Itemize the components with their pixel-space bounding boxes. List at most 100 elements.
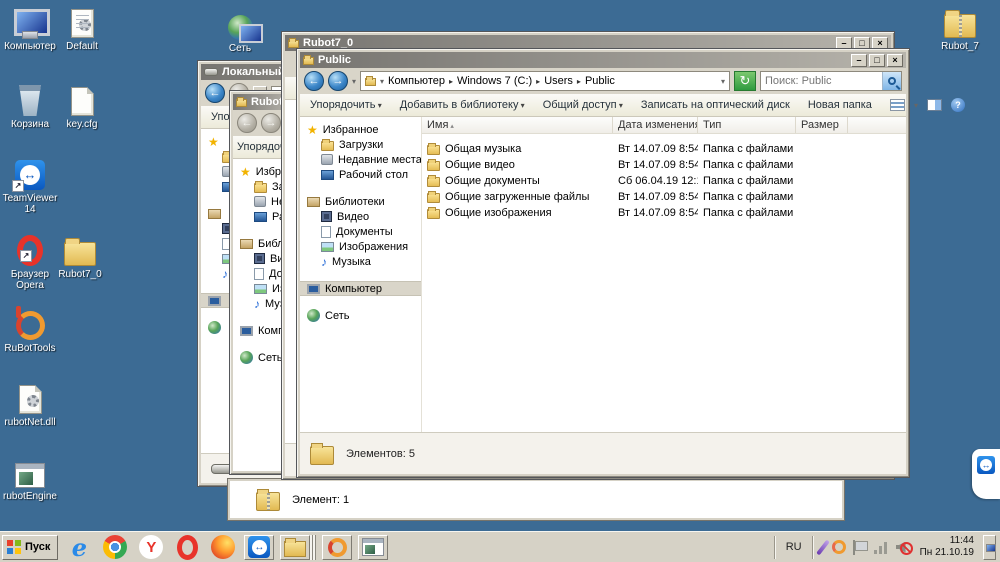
preview-pane-icon[interactable] (927, 99, 942, 111)
breadcrumb-item-users[interactable]: Users (544, 75, 573, 87)
clock[interactable]: 11:44 Пн 21.10.19 (920, 535, 976, 559)
sidebar-label: Изображения (339, 241, 408, 253)
desktop-icon-label: TeamViewer 14 (0, 193, 62, 215)
sidebar-item-pictures[interactable]: Изображения (300, 239, 421, 254)
desktop-icon-label: rubotEngine (3, 491, 57, 502)
desktop-icon-rubottools[interactable]: RuBotTools (0, 308, 62, 354)
back-button[interactable] (237, 113, 257, 133)
rubot-tray-icon[interactable] (832, 540, 846, 554)
desktop-icon-network[interactable]: Сеть (208, 8, 272, 54)
address-dropdown-icon[interactable] (721, 75, 725, 87)
teamviewer-icon (977, 456, 995, 474)
teamviewer-icon (248, 536, 270, 558)
desktop-icon-default[interactable]: Default (50, 6, 114, 52)
sidebar-item-recent[interactable]: Недавние места (300, 152, 421, 167)
file-icon (71, 87, 94, 116)
quicklaunch-opera[interactable] (172, 534, 202, 561)
back-button[interactable] (304, 71, 324, 91)
sidebar-item-music[interactable]: Музыка (300, 254, 421, 269)
search-button[interactable] (882, 72, 901, 90)
file-row[interactable]: Общие изображения Вт 14.07.09 8:54 Папка… (422, 205, 906, 221)
column-header-size[interactable]: Размер (796, 117, 848, 133)
tray-divider (812, 536, 814, 559)
column-header-date[interactable]: Дата изменения (613, 117, 698, 133)
column-header-type[interactable]: Тип (698, 117, 796, 133)
file-row[interactable]: Общие загруженные файлы Вт 14.07.09 8:54… (422, 189, 906, 205)
start-label: Пуск (25, 541, 50, 553)
libraries-icon (307, 197, 320, 207)
sidebar-item-libraries[interactable]: Библиотеки (300, 194, 421, 209)
sidebar-item-favorites[interactable]: Избранное (300, 122, 421, 137)
task-button-teamviewer[interactable] (244, 535, 274, 560)
status-bar: Элементов: 5 (300, 432, 906, 474)
sidebar-item-documents[interactable]: Документы (300, 224, 421, 239)
share-button[interactable]: Общий доступ (543, 99, 623, 111)
help-icon[interactable] (951, 98, 965, 112)
video-icon (321, 211, 332, 222)
new-folder-button[interactable]: Новая папка (808, 99, 872, 111)
window-title-bar[interactable]: Public (300, 52, 906, 68)
task-button-rubot[interactable] (322, 535, 352, 560)
tray-date: Пн 21.10.19 (920, 547, 974, 559)
network-signal-icon[interactable] (874, 541, 889, 554)
organize-button[interactable]: Упорядочить (310, 99, 382, 111)
status-text: Элемент: 1 (292, 494, 349, 506)
refresh-button[interactable] (734, 71, 756, 91)
breadcrumb-item-public[interactable]: Public (585, 75, 615, 87)
volume-muted-icon[interactable] (896, 540, 913, 555)
network-icon (307, 309, 320, 322)
music-icon (254, 297, 260, 311)
chevron-down-icon[interactable] (380, 75, 384, 87)
view-dropdown-icon[interactable] (914, 99, 918, 111)
change-view-icon[interactable] (890, 99, 905, 111)
search-input[interactable] (761, 75, 882, 87)
pen-tool-icon[interactable] (816, 539, 830, 555)
task-button-rubotengine[interactable] (358, 535, 388, 560)
maximize-button[interactable] (869, 54, 885, 67)
file-row[interactable]: Общие документы Сб 06.04.19 12:11 Папка … (422, 173, 906, 189)
desktop-icon-rubotengine[interactable]: rubotEngine (0, 456, 62, 502)
status-text: Элементов: 5 (346, 448, 415, 460)
desktop-icon-rubot7-zip[interactable]: Rubot_7 (928, 6, 992, 52)
breadcrumb-item-drive[interactable]: Windows 7 (C:) (457, 75, 532, 87)
quicklaunch-internet-explorer[interactable] (64, 534, 94, 561)
desktop-icon-keycfg[interactable]: key.cfg (50, 84, 114, 130)
chrome-icon (103, 535, 127, 559)
action-center-icon[interactable] (853, 540, 867, 555)
minimize-button[interactable] (851, 54, 867, 67)
burn-button[interactable]: Записать на оптический диск (641, 99, 790, 111)
desktop-icon-teamviewer[interactable]: TeamViewer 14 (0, 158, 62, 215)
breadcrumb-item-computer[interactable]: Компьютер (388, 75, 445, 87)
sidebar-item-downloads[interactable]: Загрузки (300, 137, 421, 152)
desktop-icon-rubotnet[interactable]: rubotNet.dll (0, 382, 62, 428)
libraries-icon (240, 239, 253, 249)
column-header-name[interactable]: Имя (422, 117, 613, 133)
task-button-explorer-group[interactable] (280, 535, 310, 560)
history-dropdown-icon[interactable] (352, 75, 356, 87)
forward-button[interactable] (261, 113, 281, 133)
document-icon (321, 226, 331, 238)
show-desktop-button[interactable] (983, 535, 996, 560)
teamviewer-edge-panel[interactable] (972, 449, 1000, 499)
close-button[interactable] (887, 54, 903, 67)
start-button[interactable]: Пуск (2, 535, 58, 560)
file-row[interactable]: Общие видео Вт 14.07.09 8:54 Папка с фай… (422, 157, 906, 173)
sidebar-item-computer[interactable]: Компьютер (300, 281, 421, 296)
breadcrumb[interactable]: Компьютер Windows 7 (C:) Users Public (360, 71, 730, 91)
system-tray: RU 11:44 Пн 21.10.19 (774, 535, 998, 560)
forward-button[interactable] (328, 71, 348, 91)
quicklaunch-yandex[interactable] (136, 534, 166, 561)
desktop-icon-rubot7-folder[interactable]: Rubot7_0 (48, 234, 112, 280)
language-indicator[interactable]: RU (783, 541, 805, 553)
sidebar-label: Музыка (332, 256, 371, 268)
sidebar-item-video[interactable]: Видео (300, 209, 421, 224)
sidebar-item-network[interactable]: Сеть (300, 308, 421, 323)
back-button[interactable] (205, 83, 225, 103)
file-row[interactable]: Общая музыка Вт 14.07.09 8:54 Папка с фа… (422, 141, 906, 157)
quicklaunch-chrome[interactable] (100, 534, 130, 561)
star-icon (208, 135, 219, 149)
sidebar-item-desktop[interactable]: Рабочий стол (300, 167, 421, 182)
pictures-icon (321, 242, 334, 252)
add-to-library-button[interactable]: Добавить в библиотеку (400, 99, 525, 111)
quicklaunch-firefox[interactable] (208, 534, 238, 561)
